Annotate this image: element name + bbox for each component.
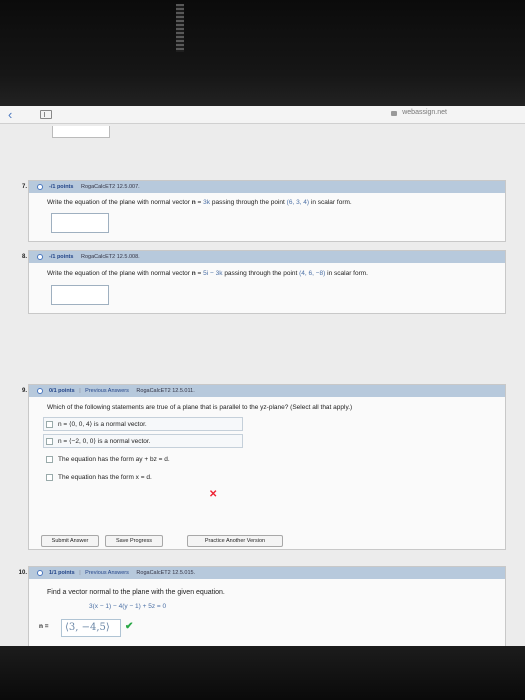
question-text: Write the equation of the plane with nor… <box>47 270 368 277</box>
back-arrow-icon[interactable]: ‹ <box>8 106 12 124</box>
question-9: 9. 0/1 points | Previous Answers RogaCal… <box>22 384 506 550</box>
question-number: 10. <box>18 570 27 576</box>
question-number: 9. <box>21 388 27 394</box>
question-number: 7. <box>21 184 27 190</box>
submit-answer-button[interactable]: Submit Answer <box>41 535 99 547</box>
question-9-header: 9. 0/1 points | Previous Answers RogaCal… <box>22 385 505 397</box>
checkbox[interactable] <box>46 421 53 428</box>
checkbox[interactable] <box>46 438 53 445</box>
question-text: Which of the following statements are tr… <box>47 404 353 411</box>
correct-check-icon: ✔ <box>125 621 134 632</box>
answer-input[interactable] <box>51 285 109 305</box>
points-label: 0/1 points <box>49 388 75 394</box>
checkbox[interactable] <box>46 474 53 481</box>
status-circle-icon <box>37 570 43 576</box>
question-code: RogaCalcET2 12.5.011. <box>136 388 195 394</box>
points-label: -/1 points <box>49 184 74 190</box>
question-8-header: 8. -/1 points RogaCalcET2 12.5.008. <box>22 251 505 263</box>
save-progress-button[interactable]: Save Progress <box>105 535 163 547</box>
previous-answers-link[interactable]: Previous Answers <box>85 388 129 394</box>
points-label: -/1 points <box>49 254 74 260</box>
choice-2[interactable]: n = ⟨−2, 0, 0⟩ is a normal vector. <box>43 434 243 448</box>
status-circle-icon <box>37 388 43 394</box>
practice-another-version-button[interactable]: Practice Another Version <box>187 535 283 547</box>
browser-toolbar: ‹ webassign.net <box>0 106 525 124</box>
choice-3[interactable]: The equation has the form ay + bz = d. <box>43 452 243 466</box>
question-text: Find a vector normal to the plane with t… <box>47 589 225 596</box>
incorrect-x-icon: ✕ <box>209 489 218 500</box>
question-10-header: 10. 1/1 points | Previous Answers RogaCa… <box>19 567 505 579</box>
tabs-icon[interactable] <box>40 110 52 119</box>
photo-bottom-dark-area <box>0 646 525 700</box>
points-label: 1/1 points <box>49 570 75 576</box>
photo-top-dark-area <box>0 0 525 106</box>
answer-input[interactable] <box>51 213 109 233</box>
browser-screen: ‹ webassign.net 7. -/1 points RogaCalcET… <box>0 106 525 646</box>
status-circle-icon <box>37 184 43 190</box>
question-code: RogaCalcET2 12.5.007. <box>80 184 140 190</box>
previous-answers-link[interactable]: Previous Answers <box>85 570 129 576</box>
choice-1[interactable]: n = ⟨0, 0, 4⟩ is a normal vector. <box>43 417 243 431</box>
question-code: RogaCalcET2 12.5.015. <box>136 570 196 576</box>
url-text[interactable]: webassign.net <box>402 109 447 116</box>
lock-icon <box>391 111 397 116</box>
previous-question-answer-box[interactable] <box>52 126 110 138</box>
question-7: 7. -/1 points RogaCalcET2 12.5.007. Writ… <box>22 180 506 242</box>
status-circle-icon <box>37 254 43 260</box>
checkbox[interactable] <box>46 456 53 463</box>
question-text: Write the equation of the plane with nor… <box>47 199 352 206</box>
vector-answer-field[interactable]: ⟨3, −4,5⟩ <box>61 619 121 637</box>
n-label: n = <box>39 623 49 630</box>
plane-equation: 3(x − 1) − 4(y − 1) + 5z = 0 <box>89 603 167 610</box>
question-8: 8. -/1 points RogaCalcET2 12.5.008. Writ… <box>22 250 506 314</box>
question-7-header: 7. -/1 points RogaCalcET2 12.5.007. <box>22 181 505 193</box>
choice-4[interactable]: The equation has the form x = d. <box>43 470 243 484</box>
question-code: RogaCalcET2 12.5.008. <box>80 254 140 260</box>
question-10: 10. 1/1 points | Previous Answers RogaCa… <box>19 566 506 646</box>
reflection-glare <box>176 4 184 52</box>
question-number: 8. <box>21 254 27 260</box>
